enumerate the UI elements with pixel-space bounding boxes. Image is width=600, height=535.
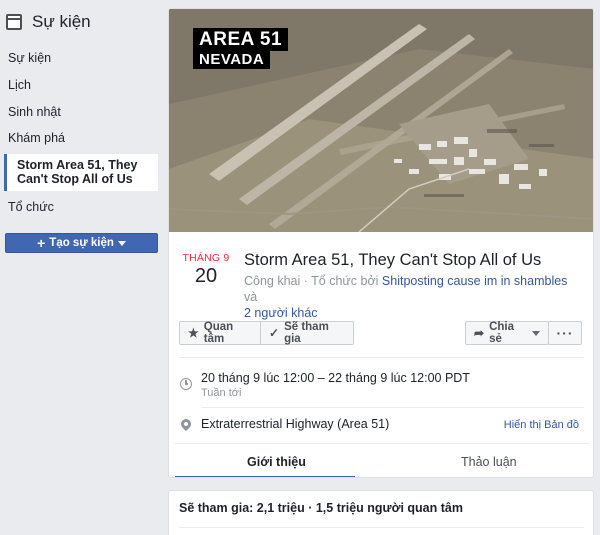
location-pin-icon — [178, 416, 194, 432]
event-time: 20 tháng 9 lúc 12:00 – 22 tháng 9 lúc 12… — [201, 371, 470, 385]
show-map-link[interactable]: Hiển thị Bản đồ — [504, 419, 579, 431]
sidebar-title: Sự kiện — [32, 12, 91, 31]
more-options-button[interactable]: ··· — [548, 321, 582, 345]
divider — [175, 443, 589, 444]
sidebar-item-hosting[interactable]: Tổ chức — [8, 200, 54, 214]
divider — [179, 527, 584, 528]
share-button[interactable]: ➦ Chia sẻ — [465, 321, 549, 345]
clock-icon — [180, 378, 192, 390]
event-meta-and: và — [244, 290, 258, 304]
active-tab-indicator — [175, 476, 355, 477]
sidebar-item-events[interactable]: Sự kiện — [8, 51, 51, 65]
cover-caption: AREA 51 NEVADA — [193, 28, 289, 69]
share-arrow-icon: ➦ — [474, 326, 485, 340]
create-event-label: Tạo sự kiện — [49, 237, 114, 249]
event-title: Storm Area 51, They Can't Stop All of Us — [244, 251, 542, 269]
calendar-icon — [6, 14, 22, 30]
event-time-relative: Tuần tới — [201, 387, 242, 399]
going-button[interactable]: ✓ Sẽ tham gia — [260, 321, 354, 345]
chevron-down-icon — [117, 240, 126, 246]
event-day: 20 — [194, 265, 218, 287]
other-hosts-link[interactable]: 2 người khác — [244, 306, 318, 320]
organizer-link[interactable]: Shitposting cause im in shambles — [382, 274, 568, 288]
cover-caption-line2: NEVADA — [193, 51, 271, 69]
event-month: THÁNG 9 — [182, 252, 230, 264]
cover-photo: AREA 51 NEVADA — [169, 9, 593, 232]
create-event-button[interactable]: + Tạo sự kiện — [5, 233, 158, 253]
check-icon: ✓ — [269, 326, 280, 340]
event-location[interactable]: Extraterrestrial Highway (Area 51) — [201, 417, 389, 431]
event-privacy: Công khai · Tổ chức bởi — [244, 274, 382, 288]
interested-label: Quan tâm — [203, 321, 234, 345]
cover-caption-line1: AREA 51 — [193, 28, 289, 51]
tab-discussion[interactable]: Thảo luận — [461, 455, 517, 469]
divider — [201, 407, 584, 408]
sidebar-item-birthdays[interactable]: Sinh nhật — [8, 105, 61, 119]
sidebar-item-current-event[interactable]: Storm Area 51, They Can't Stop All of Us — [4, 154, 158, 191]
more-icon: ··· — [556, 325, 574, 341]
event-meta: Công khai · Tổ chức bởi Shitposting caus… — [244, 273, 584, 321]
event-card: AREA 51 NEVADA THÁNG 9 20 Storm Area 51,… — [168, 8, 594, 478]
tab-about[interactable]: Giới thiệu — [247, 455, 306, 469]
attendance-card: Sẽ tham gia: 2,1 triệu · 1,5 triệu người… — [168, 490, 594, 535]
plus-icon: + — [37, 235, 46, 251]
share-label: Chia sẻ — [489, 321, 514, 345]
event-date: THÁNG 9 20 — [181, 252, 231, 288]
sidebar-header: Sự kiện — [6, 12, 91, 32]
going-label: Sẽ tham gia — [284, 321, 329, 345]
sidebar-item-calendar[interactable]: Lịch — [8, 78, 31, 92]
divider — [179, 357, 584, 358]
sidebar-item-discover[interactable]: Khám phá — [8, 131, 65, 145]
interested-button[interactable]: ★ Quan tâm — [179, 321, 261, 345]
attendance-summary: Sẽ tham gia: 2,1 triệu · 1,5 triệu người… — [179, 501, 463, 515]
chevron-down-icon — [532, 330, 540, 336]
left-sidebar: Sự kiện Sự kiện Lịch Sinh nhật Khám phá … — [0, 0, 160, 535]
star-icon: ★ — [188, 326, 199, 340]
